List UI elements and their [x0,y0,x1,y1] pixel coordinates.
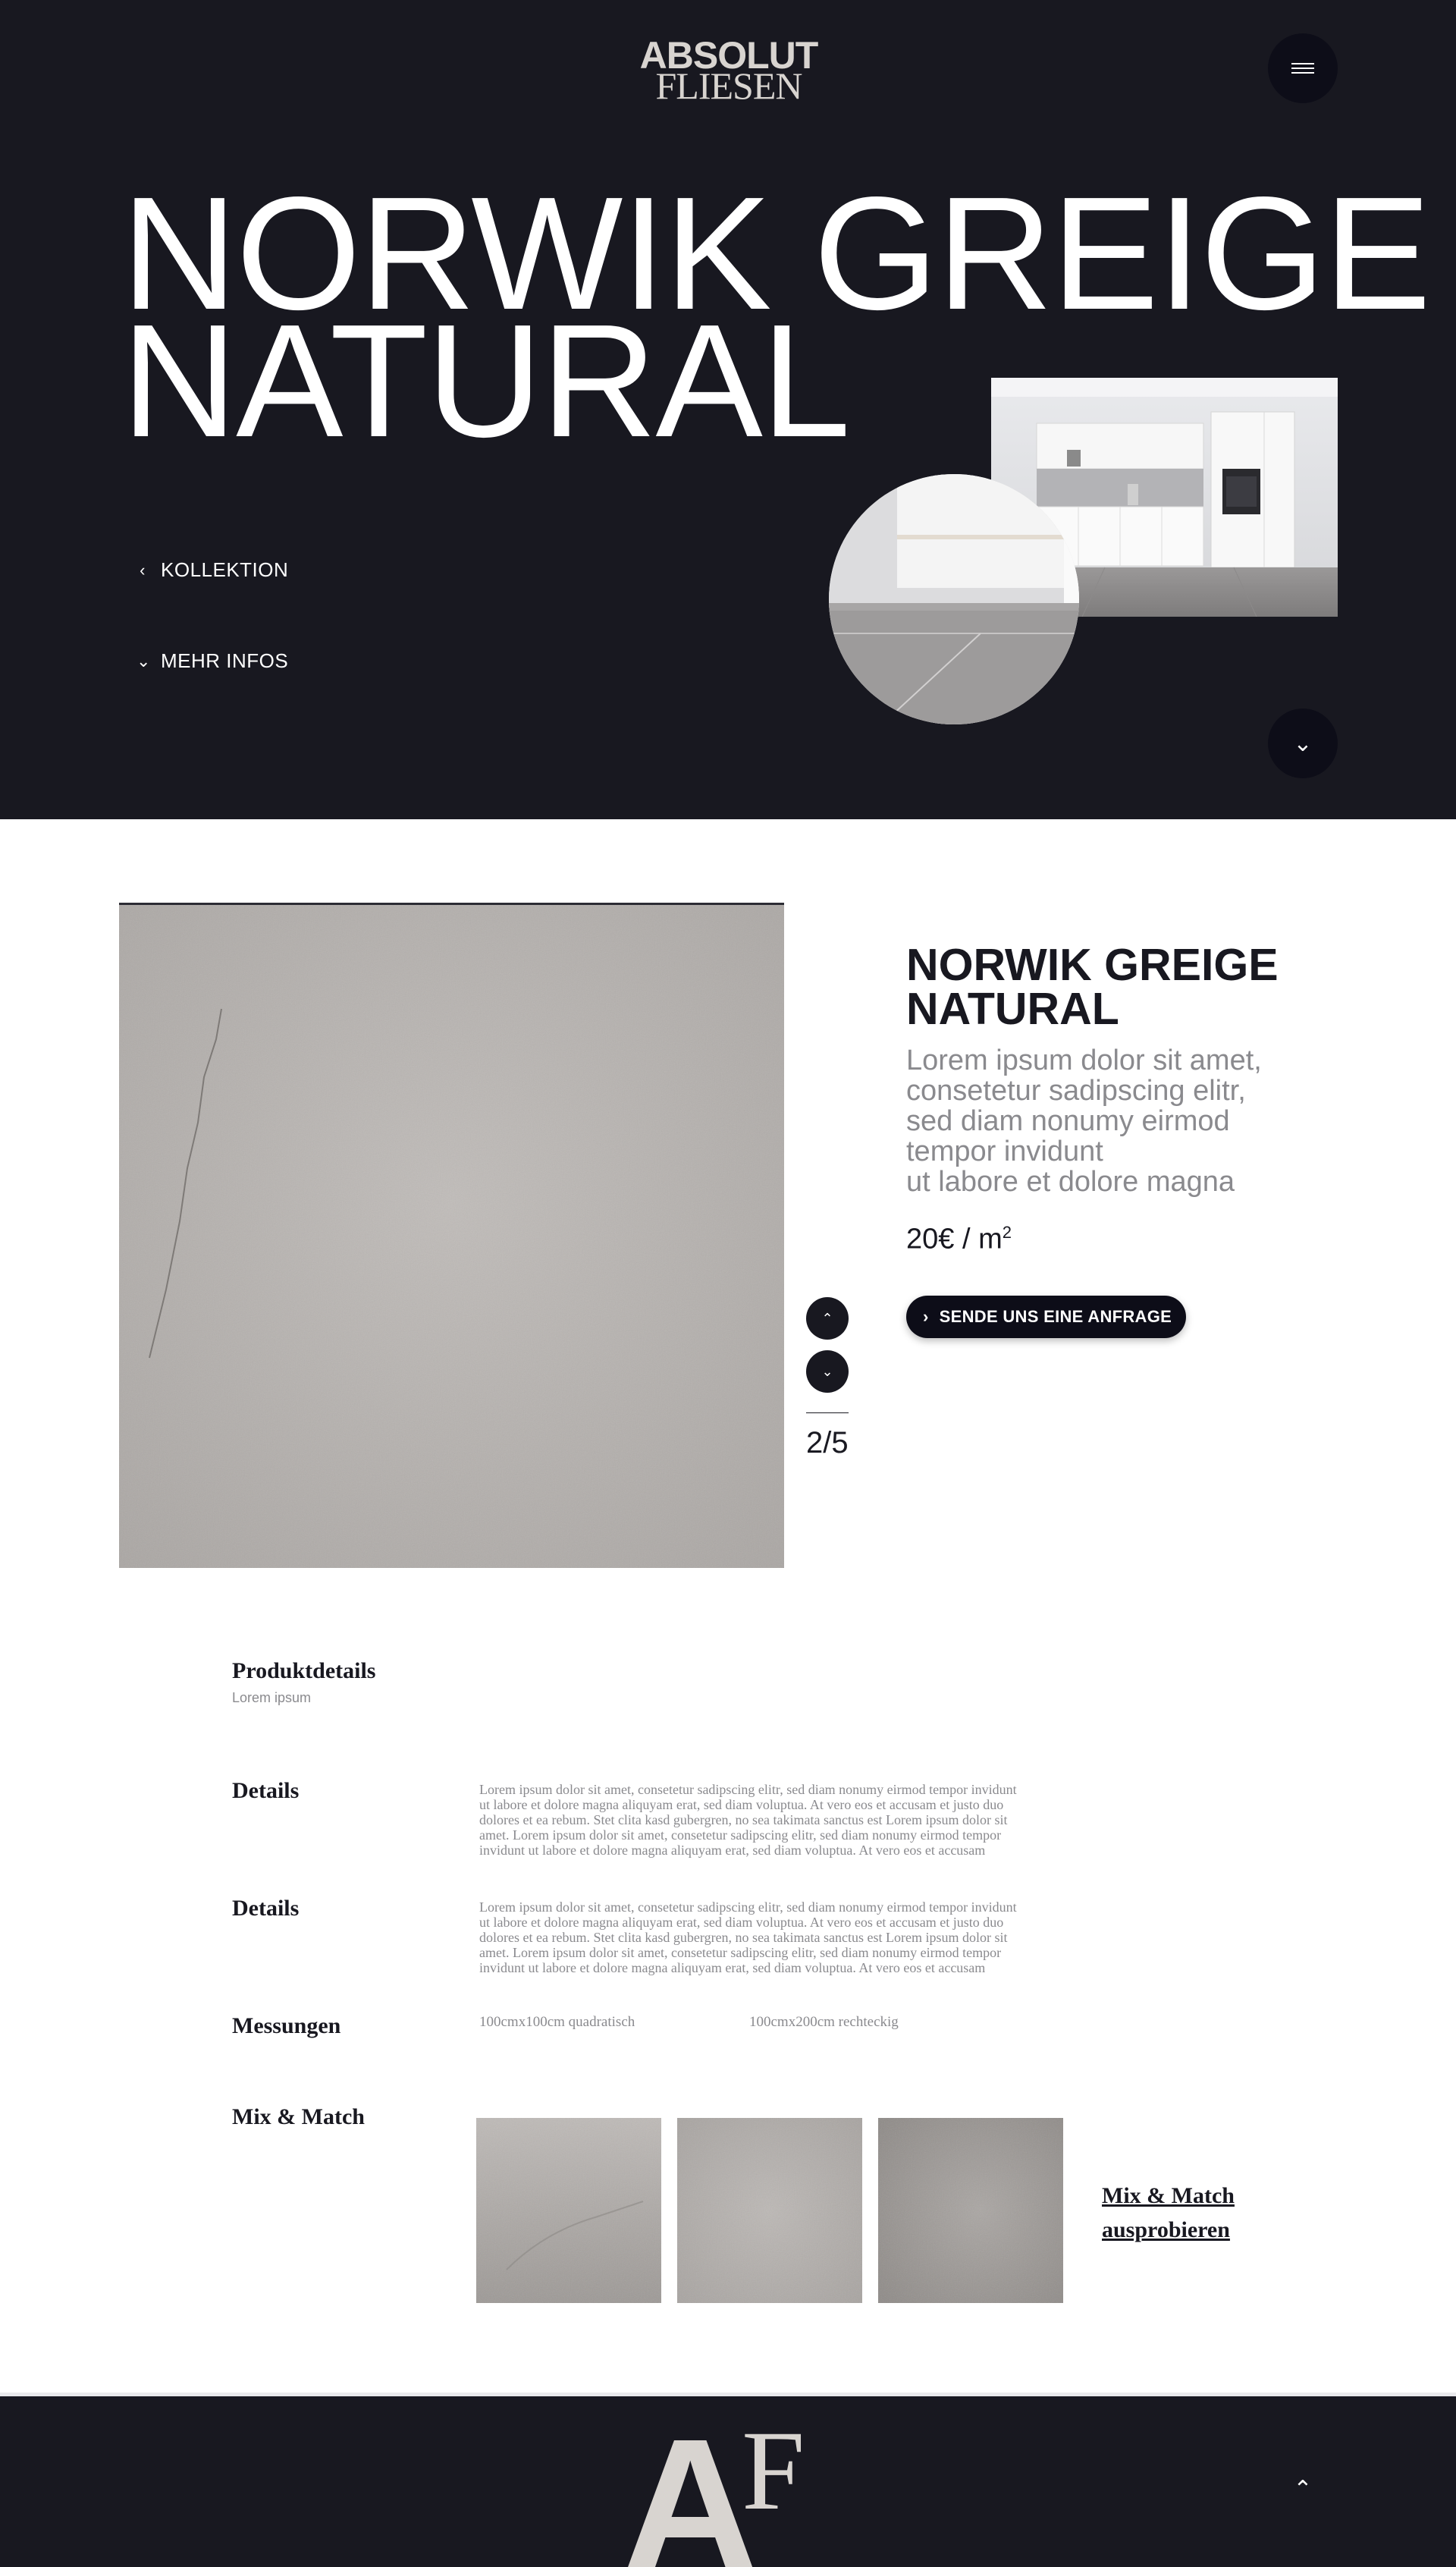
chevron-down-icon: ⌄ [136,651,151,671]
details-label-1: Details [232,1778,300,1803]
mix-match-link-line-1: Mix & Match [1102,2183,1235,2208]
details-text-2: Lorem ipsum dolor sit amet, consetetur s… [479,1899,1017,1975]
mix-swatch-3[interactable] [878,2118,1063,2303]
product-description: Lorem ipsum dolor sit amet, consetetur s… [906,1045,1331,1197]
detail-round-image [829,474,1079,724]
send-inquiry-label: SENDE UNS EINE ANFRAGE [939,1307,1172,1326]
logo-line-2: FLIESEN [655,64,803,107]
product-description-line: ut labore et dolore magna [906,1166,1235,1198]
mix-swatch-2[interactable] [677,2118,862,2303]
measurement-rectangle: 100cmx200cm rechteckig [749,2014,899,2030]
mix-match-link-line-2: ausprobieren [1102,2217,1230,2242]
footer: A F ⌃ [0,2396,1456,2567]
more-info-link[interactable]: ⌄ MEHR INFOS [136,649,288,673]
product-details-heading: Produktdetails [232,1658,376,1683]
hero-section: ABSOLUT FLIESEN NORWIK GREIGE NATURAL ‹ … [0,0,1456,819]
price-unit-exponent: 2 [1002,1223,1012,1242]
chevron-up-icon: ⌃ [1293,2476,1313,2502]
gallery-prev-button[interactable]: ⌃ [806,1297,849,1340]
product-title-line-1: NORWIK GREIGE [906,940,1279,990]
gallery-next-button[interactable]: ⌄ [806,1350,849,1393]
brand-logo[interactable]: ABSOLUT FLIESEN [632,36,826,105]
product-price: 20€ / m2 [906,1223,1012,1256]
product-description-line: tempor invidunt [906,1136,1103,1167]
gallery-divider [806,1412,849,1413]
hamburger-icon [1291,63,1314,64]
chevron-right-icon: › [923,1307,929,1326]
gallery-counter: 2/5 [806,1426,849,1459]
menu-button[interactable] [1268,33,1338,103]
chevron-down-icon: ⌄ [1293,731,1313,756]
product-tile-image [119,903,784,1568]
collection-link[interactable]: ‹ KOLLEKTION [136,558,288,582]
measurements-label: Messungen [232,2013,341,2038]
mix-match-label: Mix & Match [232,2104,365,2129]
price-value: 20€ / m [906,1223,1003,1255]
footer-logo-letter-f: F [742,2408,805,2534]
footer-logo[interactable]: A F [614,2399,842,2567]
details-label-2: Details [232,1896,300,1921]
details-text-1: Lorem ipsum dolor sit amet, consetetur s… [479,1782,1017,1858]
product-details-subheading: Lorem ipsum [232,1690,312,1705]
mix-swatch-1[interactable] [476,2118,661,2303]
mix-match-link[interactable]: Mix & Match ausprobieren [1102,2179,1299,2247]
scroll-down-button[interactable]: ⌄ [1268,709,1338,778]
measurement-square: 100cmx100cm quadratisch [479,2014,635,2030]
chevron-left-icon: ‹ [140,560,146,580]
product-description-line: sed diam nonumy eirmod [906,1105,1230,1137]
product-description-line: Lorem ipsum dolor sit amet, [906,1045,1262,1076]
send-inquiry-button[interactable]: › SENDE UNS EINE ANFRAGE [906,1296,1186,1338]
chevron-up-icon: ⌃ [821,1310,833,1326]
product-description-line: consetetur sadipscing elitr, [906,1075,1246,1107]
more-info-link-label: MEHR INFOS [161,649,289,672]
product-title: NORWIK GREIGE NATURAL [906,940,1331,1034]
back-to-top-button[interactable]: ⌃ [1286,2472,1320,2506]
chevron-down-icon: ⌄ [821,1363,833,1379]
collection-link-label: KOLLEKTION [161,558,289,581]
product-title-line-2: NATURAL [906,984,1119,1034]
footer-logo-letter-a: A [622,2402,759,2567]
